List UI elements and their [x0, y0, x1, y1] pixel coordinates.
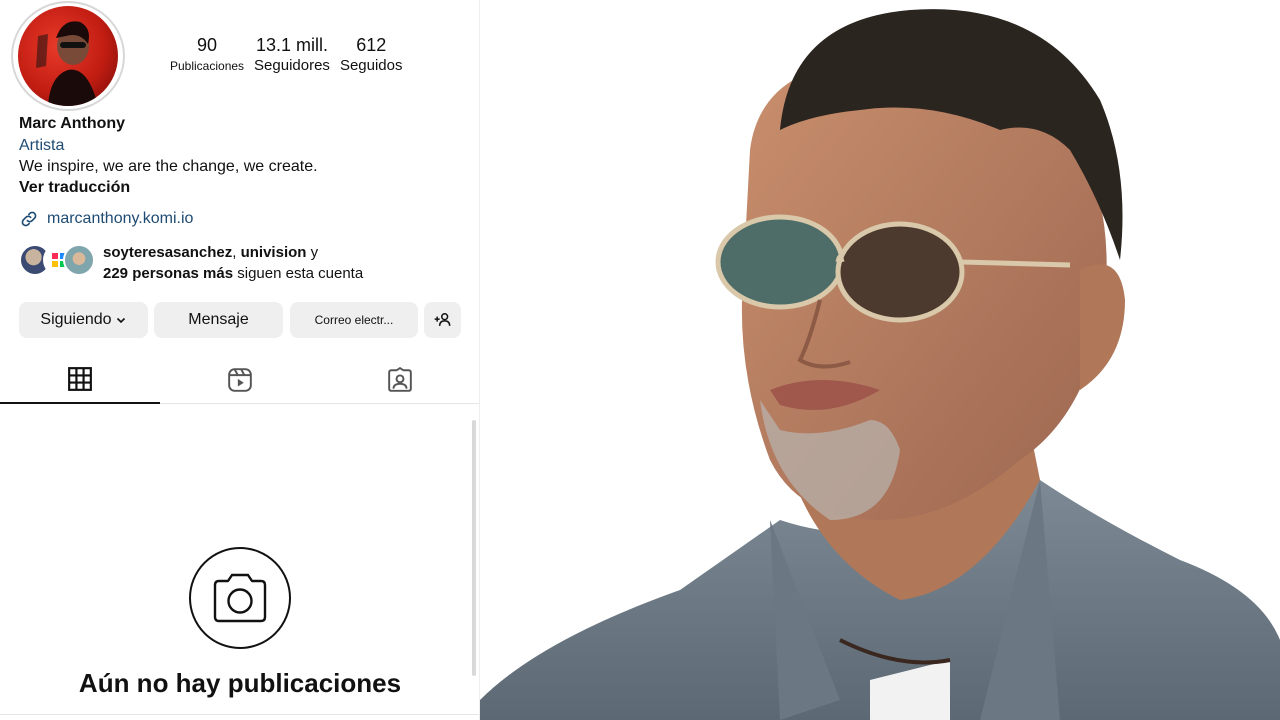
followed-by-count: 229 personas más — [103, 265, 234, 282]
profile-stats: 90 Publicaciones 13.1 mill. Seguidores 6… — [170, 34, 413, 76]
stat-posts[interactable]: 90 Publicaciones — [170, 34, 244, 76]
stat-posts-label: Publicaciones — [170, 59, 245, 73]
followed-by-section[interactable]: soyteresasanchez, univision y 229 person… — [19, 242, 363, 284]
followed-by-name-1: soyteresasanchez — [103, 244, 233, 261]
following-button-label: Siguiendo — [40, 311, 112, 328]
followed-by-separator: , — [232, 244, 241, 261]
camera-icon — [213, 573, 267, 623]
empty-state-title: Aún no hay publicaciones — [78, 668, 402, 698]
add-user-icon — [434, 313, 450, 326]
followed-by-suffix: siguen esta cuenta — [233, 265, 364, 282]
divider — [0, 714, 480, 715]
suggested-users-button[interactable] — [424, 302, 461, 338]
stat-following[interactable]: 612 Seguidos — [340, 34, 403, 76]
profile-tabs — [0, 356, 480, 404]
profile-category: Artista — [19, 137, 65, 154]
follower-avatar — [63, 244, 95, 276]
message-button-label: Mensaje — [188, 311, 249, 328]
profile-bio: We inspire, we are the change, we create… — [19, 158, 318, 175]
followed-by-name-2: univision — [240, 244, 307, 261]
tab-tagged[interactable] — [320, 356, 480, 404]
avatar-portrait-illustration — [36, 21, 98, 106]
following-button[interactable]: Siguiendo — [19, 302, 148, 338]
portrait-photo — [480, 0, 1280, 720]
man-portrait-illustration — [480, 9, 1280, 720]
followed-by-conjunction: y — [306, 244, 319, 261]
stat-following-value: 612 — [356, 35, 387, 55]
profile-name: Marc Anthony — [19, 115, 126, 132]
tagged-icon — [388, 367, 412, 392]
stat-followers[interactable]: 13.1 mill. Seguidores — [254, 34, 330, 76]
email-button-label: Correo electr... — [314, 313, 394, 327]
instagram-profile-panel: 90 Publicaciones 13.1 mill. Seguidores 6… — [0, 0, 480, 720]
stat-followers-label: Seguidores — [254, 57, 330, 74]
followed-by-text: soyteresasanchez, univision y 229 person… — [103, 242, 363, 284]
grid-icon — [68, 367, 92, 391]
profile-avatar-ring[interactable] — [11, 1, 125, 111]
email-button[interactable]: Correo electr... — [290, 302, 418, 338]
stat-following-label: Seguidos — [339, 57, 403, 74]
chevron-down-icon — [116, 317, 125, 324]
profile-link[interactable]: marcanthony.komi.io — [19, 209, 193, 229]
see-translation-link[interactable]: Ver traducción — [19, 179, 130, 197]
profile-avatar[interactable] — [18, 6, 118, 106]
scrollbar[interactable] — [472, 420, 476, 676]
tab-reels[interactable] — [160, 356, 320, 404]
stat-followers-value: 13.1 mill. — [255, 35, 328, 55]
stat-posts-value: 90 — [197, 35, 218, 55]
followed-by-avatars — [19, 242, 99, 278]
empty-state-camera — [189, 547, 291, 649]
link-icon — [21, 211, 37, 227]
reels-icon — [228, 368, 252, 392]
profile-link-text: marcanthony.komi.io — [47, 210, 194, 227]
message-button[interactable]: Mensaje — [154, 302, 283, 338]
tab-posts-grid[interactable] — [0, 356, 160, 404]
